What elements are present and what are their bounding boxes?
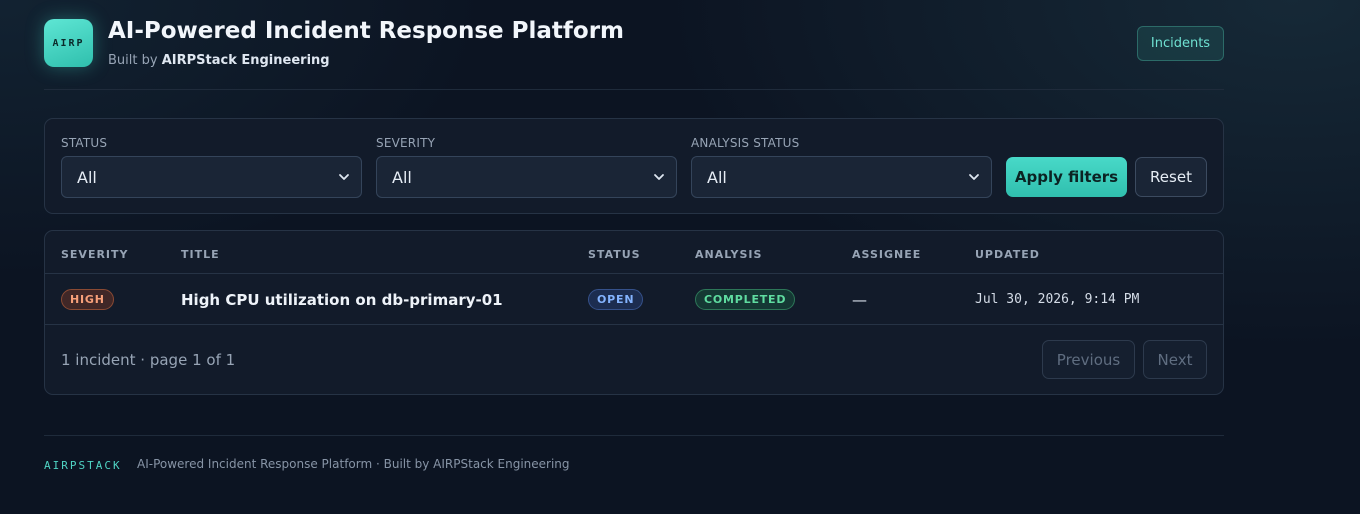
incidents-table: SEVERITY TITLE STATUS ANALYSIS ASSIGNEE …	[44, 230, 1224, 395]
footer-brand: AIRPSTACK	[44, 459, 122, 472]
app-logo: AIRP	[44, 19, 93, 67]
analysis-filter: ANALYSIS STATUS All	[691, 136, 992, 198]
column-header-assignee[interactable]: ASSIGNEE	[852, 248, 921, 261]
analysis-badge: COMPLETED	[695, 289, 796, 310]
column-header-analysis[interactable]: ANALYSIS	[695, 248, 762, 261]
severity-filter-label: SEVERITY	[376, 136, 436, 150]
assignee-value: —	[852, 290, 867, 309]
severity-badge: HIGH	[61, 289, 114, 310]
title-cell: High CPU utilization on db-primary-01	[181, 274, 503, 325]
page-title: AI-Powered Incident Response Platform	[108, 18, 625, 44]
chevron-down-icon	[969, 174, 979, 180]
previous-page-button[interactable]: Previous	[1042, 340, 1135, 379]
apply-filters-button[interactable]: Apply filters	[1006, 157, 1127, 197]
analysis-filter-label: ANALYSIS STATUS	[691, 136, 800, 150]
severity-filter: SEVERITY All	[376, 136, 677, 198]
subtitle-org: AIRPStack Engineering	[161, 53, 330, 68]
page-subtitle: Built by AIRPStack Engineering	[108, 53, 330, 68]
page-footer: AIRPSTACK AI-Powered Incident Response P…	[44, 435, 1224, 495]
analysis-cell: COMPLETED	[695, 274, 796, 325]
analysis-select[interactable]: All	[691, 156, 992, 198]
incident-title-link[interactable]: High CPU utilization on db-primary-01	[181, 291, 503, 309]
status-cell: OPEN	[588, 274, 644, 325]
assignee-cell: —	[852, 274, 867, 325]
column-header-severity[interactable]: SEVERITY	[61, 248, 129, 261]
page: AIRP AI-Powered Incident Response Platfo…	[44, 0, 1224, 472]
table-footer: 1 incident · page 1 of 1 Previous Next	[45, 326, 1223, 394]
column-header-status[interactable]: STATUS	[588, 248, 641, 261]
table-header: SEVERITY TITLE STATUS ANALYSIS ASSIGNEE …	[45, 231, 1223, 274]
next-page-button[interactable]: Next	[1143, 340, 1207, 379]
filter-bar: STATUS All SEVERITY All ANALYSIS STATUS …	[44, 118, 1224, 214]
updated-cell: Jul 30, 2026, 9:14 PM	[975, 274, 1139, 325]
chevron-down-icon	[339, 174, 349, 180]
column-header-title[interactable]: TITLE	[181, 248, 220, 261]
analysis-select-value: All	[707, 167, 727, 187]
app-header: AIRP AI-Powered Incident Response Platfo…	[44, 0, 1224, 90]
severity-select[interactable]: All	[376, 156, 677, 198]
table-row[interactable]: HIGH High CPU utilization on db-primary-…	[45, 274, 1223, 325]
status-select[interactable]: All	[61, 156, 362, 198]
logo-text: AIRP	[52, 37, 85, 49]
severity-select-value: All	[392, 167, 412, 187]
footer-text: AI-Powered Incident Response Platform · …	[137, 457, 570, 471]
reset-button[interactable]: Reset	[1135, 157, 1207, 197]
chevron-down-icon	[654, 174, 664, 180]
pagination-summary: 1 incident · page 1 of 1	[61, 351, 236, 369]
status-filter: STATUS All	[61, 136, 362, 198]
incidents-nav-button[interactable]: Incidents	[1137, 26, 1224, 61]
column-header-updated[interactable]: UPDATED	[975, 248, 1040, 261]
updated-timestamp: Jul 30, 2026, 9:14 PM	[975, 292, 1140, 307]
status-filter-label: STATUS	[61, 136, 108, 150]
status-badge: OPEN	[588, 289, 644, 310]
subtitle-prefix: Built by	[108, 53, 162, 68]
status-select-value: All	[77, 167, 97, 187]
severity-cell: HIGH	[61, 274, 114, 325]
